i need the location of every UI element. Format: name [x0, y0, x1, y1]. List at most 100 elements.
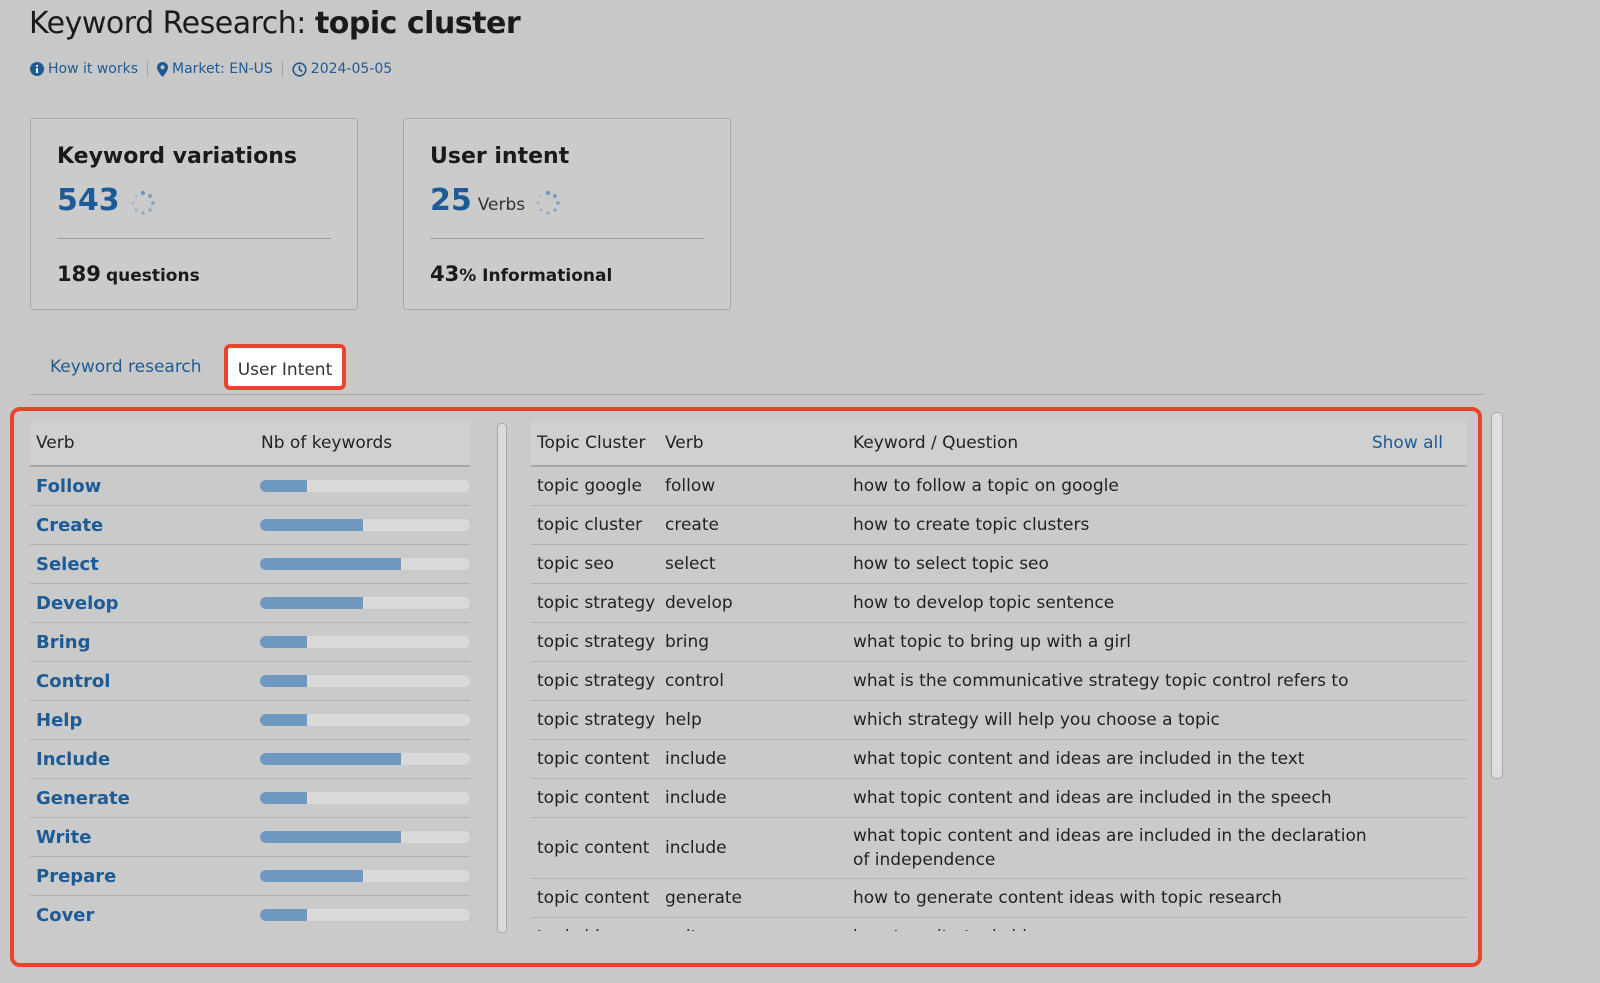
verb-link[interactable]: Help [30, 710, 260, 731]
verbs-table-body: Follow Create Select Develop Bring Control Hel… [30, 467, 470, 931]
card-sub-metric: 43% Informational [430, 262, 612, 286]
table-row: topic ideaswritehow to write topic ideas [531, 918, 1467, 931]
keyword-count-bar-fill [260, 480, 307, 492]
keyword-count-bar [260, 636, 470, 648]
table-row: Include [30, 740, 470, 779]
keyword-count-bar [260, 792, 470, 804]
verb-link[interactable]: Select [30, 554, 260, 575]
verb-link[interactable]: Create [30, 515, 260, 536]
verb-link[interactable]: Cover [30, 905, 260, 926]
verb-cell: control [665, 671, 724, 691]
verb-cell: create [665, 515, 719, 535]
keyword-count-bar-fill [260, 675, 307, 687]
verb-cell: include [665, 788, 727, 808]
how-it-works-link[interactable]: How it works [30, 61, 138, 77]
keyword-count-bar [260, 675, 470, 687]
table-row: Develop [30, 584, 470, 623]
keyword-count-bar [260, 480, 470, 492]
informational-label: % Informational [459, 266, 613, 286]
tab-keyword-research[interactable]: Keyword research [50, 342, 202, 394]
table-row: Cover [30, 896, 470, 931]
keyword-cell: how to create topic clusters [853, 515, 1090, 535]
verb-cell: develop [665, 593, 733, 613]
keyword-cell: which strategy will help you choose a to… [853, 710, 1220, 730]
table-row: topic google follow how to follow a topic … [531, 467, 1467, 506]
show-all-link[interactable]: Show all [1372, 421, 1443, 465]
info-icon [30, 62, 44, 76]
table-row: Follow [30, 467, 470, 506]
verbs-count: 25 [430, 183, 472, 218]
verb-link[interactable]: Prepare [30, 866, 260, 887]
page-title-query: topic cluster [314, 6, 521, 41]
keyword-count-bar [260, 519, 470, 531]
keyword-cell: what topic to bring up with a girl [853, 632, 1131, 652]
loading-spinner-icon [536, 190, 561, 215]
keyword-count-bar-fill [260, 714, 307, 726]
card-metric: 543 [57, 183, 156, 218]
tab-user-intent[interactable]: User Intent [224, 344, 346, 390]
keyword-count-bar-fill [260, 792, 307, 804]
verb-link[interactable]: Generate [30, 788, 260, 809]
verbs-table-header: Verb Nb of keywords [30, 421, 470, 467]
verb-link[interactable]: Bring [30, 632, 260, 653]
keyword-variations-card: Keyword variations 543 189 questions [30, 118, 358, 310]
informational-percent: 43 [430, 262, 460, 286]
keywords-table: Topic Cluster Verb Keyword / Question Sh… [531, 421, 1467, 931]
table-row: topic cluster create how to create topic c… [531, 506, 1467, 545]
table-row: Write [30, 818, 470, 857]
table-row: topic content generate how to generate con… [531, 879, 1467, 918]
topic-cluster-column-header[interactable]: Topic Cluster [531, 433, 659, 453]
verb-link[interactable]: Include [30, 749, 260, 770]
keyword-count-bar-fill [260, 831, 401, 843]
date-label: 2024-05-05 [310, 61, 393, 77]
verb-column-header[interactable]: Verb [659, 433, 847, 453]
table-row: topic content include what topic content a… [531, 818, 1467, 879]
table-row: Prepare [30, 857, 470, 896]
panel-scrollbar[interactable] [497, 423, 507, 933]
keyword-cell: how to follow a topic on google [853, 476, 1119, 496]
verb-cell: follow [665, 476, 716, 496]
verb-cell: include [665, 749, 727, 769]
card-divider [57, 238, 331, 239]
card-title: Keyword variations [57, 144, 297, 169]
topic-cluster-cell: topic ideas [531, 927, 659, 931]
keyword-count-bar [260, 870, 470, 882]
verb-link[interactable]: Develop [30, 593, 260, 614]
topic-cluster-cell: topic content [537, 749, 650, 769]
verb-link[interactable]: Write [30, 827, 260, 848]
card-title: User intent [430, 144, 570, 169]
table-row: Select [30, 545, 470, 584]
verb-link[interactable]: Follow [30, 476, 260, 497]
verb-cell: select [665, 554, 716, 574]
loading-spinner-icon [131, 190, 155, 215]
keyword-count-bar-fill [260, 870, 364, 882]
meta-divider [147, 61, 148, 77]
table-row: Bring [30, 623, 470, 662]
topic-cluster-cell: topic seo [537, 554, 615, 574]
keyword-count-bar-fill [260, 597, 364, 609]
keyword-count-bar [260, 909, 470, 921]
verb-cell: bring [665, 632, 710, 652]
verbs-table: Verb Nb of keywords Follow Create Select De… [30, 421, 470, 931]
table-row: Generate [30, 779, 470, 818]
verb-column-header[interactable]: Verb [30, 433, 261, 453]
user-intent-panel: Verb Nb of keywords Follow Create Select De… [10, 407, 1482, 967]
card-divider [430, 238, 704, 239]
verb-link[interactable]: Control [30, 671, 260, 692]
card-metric: 25 Verbs [430, 183, 561, 218]
keyword-cell: what topic content and ideas are include… [853, 749, 1305, 769]
topic-cluster-cell: topic google [537, 476, 642, 496]
table-row: topic content include what topic content a… [531, 740, 1467, 779]
variations-count: 543 [57, 183, 120, 218]
nb-keywords-column-header[interactable]: Nb of keywords [261, 433, 392, 453]
keyword-cell: what is the communicative strategy topic… [853, 671, 1349, 691]
page-title: Keyword Research: topic cluster [29, 6, 521, 41]
table-row: topic content include what topic content a… [531, 779, 1467, 818]
page-scrollbar[interactable] [1491, 412, 1503, 779]
user-intent-card: User intent 25 Verbs 43% Informational [403, 118, 731, 310]
table-row: topic strategy bring what topic to bring u… [531, 623, 1467, 662]
tab-bar: Keyword research User Intent [30, 342, 1484, 395]
keyword-count-bar-fill [260, 909, 307, 921]
table-row: topic strategy develop how to develop topi… [531, 584, 1467, 623]
page-title-prefix: Keyword Research: [29, 6, 306, 41]
